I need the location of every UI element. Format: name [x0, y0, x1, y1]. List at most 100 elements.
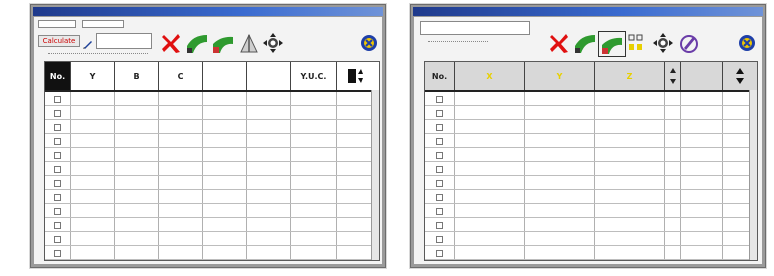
table-cell[interactable] [455, 232, 525, 245]
table-cell[interactable] [291, 218, 337, 231]
table-cell[interactable] [525, 134, 595, 147]
row-checkbox[interactable] [436, 138, 443, 145]
table-cell[interactable] [595, 190, 665, 203]
table-cell[interactable] [159, 176, 203, 189]
table-cell[interactable] [525, 218, 595, 231]
table-cell[interactable] [455, 204, 525, 217]
table-cell[interactable] [681, 204, 723, 217]
table-cell[interactable] [337, 134, 373, 147]
table-cell[interactable] [115, 148, 159, 161]
table-cell[interactable] [595, 120, 665, 133]
table-cell[interactable] [291, 204, 337, 217]
table-cell[interactable] [71, 246, 115, 259]
row-checkbox-cell[interactable] [425, 218, 455, 231]
table-cell[interactable] [291, 176, 337, 189]
row-checkbox[interactable] [436, 222, 443, 229]
row-checkbox[interactable] [54, 222, 61, 229]
table-row[interactable] [425, 176, 757, 190]
row-checkbox-cell[interactable] [425, 134, 455, 147]
navigation-pad-icon[interactable] [650, 31, 676, 55]
table-cell[interactable] [159, 190, 203, 203]
row-checkbox[interactable] [54, 180, 61, 187]
left-field-top-2[interactable] [82, 20, 124, 28]
table-cell[interactable] [291, 120, 337, 133]
table-cell[interactable] [291, 148, 337, 161]
table-cell[interactable] [525, 232, 595, 245]
row-checkbox[interactable] [54, 194, 61, 201]
table-cell[interactable] [681, 218, 723, 231]
table-cell[interactable] [203, 134, 247, 147]
row-checkbox-cell[interactable] [45, 134, 71, 147]
table-cell[interactable] [665, 190, 681, 203]
row-checkbox[interactable] [436, 250, 443, 257]
table-cell[interactable] [203, 218, 247, 231]
row-checkbox-cell[interactable] [45, 232, 71, 245]
row-checkbox-cell[interactable] [425, 176, 455, 189]
table-cell[interactable] [203, 204, 247, 217]
row-checkbox-cell[interactable] [425, 148, 455, 161]
table-row[interactable] [45, 190, 379, 204]
cancel-icon[interactable] [546, 31, 572, 55]
table-cell[interactable] [525, 92, 595, 105]
table-cell[interactable] [595, 134, 665, 147]
table-cell[interactable] [203, 162, 247, 175]
table-cell[interactable] [159, 120, 203, 133]
table-cell[interactable] [337, 246, 373, 259]
table-cell[interactable] [595, 218, 665, 231]
row-checkbox-cell[interactable] [425, 190, 455, 203]
table-cell[interactable] [159, 204, 203, 217]
table-row[interactable] [45, 176, 379, 190]
table-row[interactable] [45, 246, 379, 260]
table-cell[interactable] [681, 120, 723, 133]
table-cell[interactable] [203, 92, 247, 105]
table-cell[interactable] [159, 92, 203, 105]
table-cell[interactable] [71, 162, 115, 175]
table-cell[interactable] [203, 176, 247, 189]
cancel-icon[interactable] [158, 31, 184, 55]
table-cell[interactable] [337, 120, 373, 133]
table-cell[interactable] [665, 92, 681, 105]
table-cell[interactable] [665, 176, 681, 189]
table-cell[interactable] [665, 134, 681, 147]
table-cell[interactable] [525, 190, 595, 203]
triangle-icon[interactable] [236, 31, 262, 55]
right-scrollbar[interactable] [749, 90, 757, 260]
table-cell[interactable] [71, 232, 115, 245]
row-checkbox[interactable] [54, 138, 61, 145]
table-cell[interactable] [337, 204, 373, 217]
row-checkbox[interactable] [54, 236, 61, 243]
table-cell[interactable] [247, 106, 291, 119]
table-row[interactable] [45, 218, 379, 232]
row-checkbox-cell[interactable] [45, 190, 71, 203]
table-cell[interactable] [115, 190, 159, 203]
table-cell[interactable] [159, 232, 203, 245]
table-cell[interactable] [71, 176, 115, 189]
row-checkbox[interactable] [436, 180, 443, 187]
table-cell[interactable] [159, 162, 203, 175]
close-circle-icon[interactable] [356, 31, 382, 55]
table-cell[interactable] [159, 134, 203, 147]
table-row[interactable] [45, 134, 379, 148]
table-cell[interactable] [665, 246, 681, 259]
row-checkbox[interactable] [436, 208, 443, 215]
table-row[interactable] [425, 134, 757, 148]
table-cell[interactable] [595, 246, 665, 259]
row-checkbox[interactable] [54, 166, 61, 173]
table-cell[interactable] [115, 204, 159, 217]
table-row[interactable] [45, 148, 379, 162]
row-checkbox-cell[interactable] [45, 246, 71, 259]
table-cell[interactable] [203, 190, 247, 203]
row-checkbox-cell[interactable] [45, 204, 71, 217]
table-row[interactable] [425, 246, 757, 260]
table-cell[interactable] [681, 162, 723, 175]
table-cell[interactable] [337, 176, 373, 189]
table-row[interactable] [425, 232, 757, 246]
table-cell[interactable] [595, 106, 665, 119]
table-cell[interactable] [291, 162, 337, 175]
row-checkbox[interactable] [54, 124, 61, 131]
row-checkbox-cell[interactable] [425, 162, 455, 175]
close-circle-icon[interactable] [734, 31, 760, 55]
table-cell[interactable] [115, 106, 159, 119]
table-cell[interactable] [595, 232, 665, 245]
table-cell[interactable] [337, 232, 373, 245]
